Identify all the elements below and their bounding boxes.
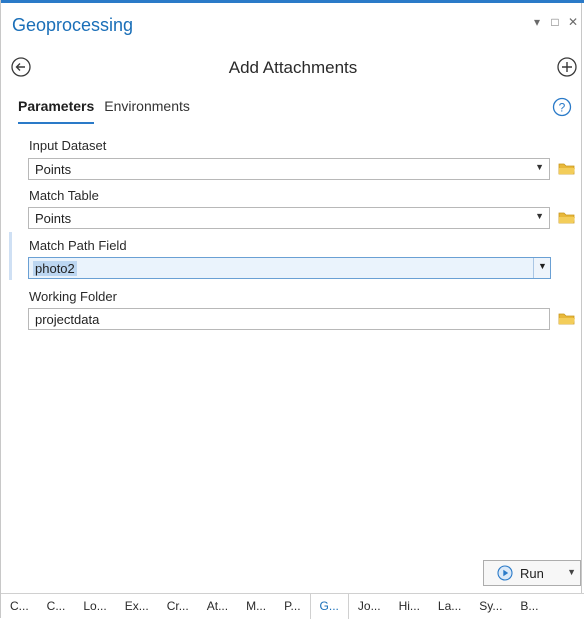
- working-folder-value: projectdata: [35, 312, 100, 327]
- pane-title: Geoprocessing: [12, 15, 134, 35]
- run-label: Run: [520, 566, 544, 581]
- match-table-label: Match Table: [29, 188, 99, 203]
- folder-icon[interactable]: [558, 211, 576, 225]
- input-dataset-label: Input Dataset: [29, 138, 107, 153]
- folder-icon[interactable]: [558, 162, 576, 176]
- bottom-tab[interactable]: La...: [429, 594, 470, 619]
- svg-text:?: ?: [559, 101, 566, 115]
- dropdown-arrow-icon[interactable]: ▼: [533, 258, 550, 278]
- working-folder-input[interactable]: projectdata: [28, 308, 550, 330]
- input-dataset-value: Points: [35, 162, 72, 177]
- match-table-dropdown[interactable]: Points ▼: [28, 207, 550, 229]
- maximize-icon[interactable]: □: [549, 15, 561, 29]
- tool-title: Add Attachments: [228, 58, 358, 77]
- bottom-tab[interactable]: Lo...: [74, 594, 115, 619]
- plus-circle-icon[interactable]: [556, 56, 578, 78]
- bottom-tab[interactable]: P...: [275, 594, 309, 619]
- parameter-tabs: Parameters Environments: [18, 98, 190, 124]
- bottom-tab[interactable]: G...: [309, 594, 349, 619]
- match-table-value: Points: [35, 211, 72, 226]
- tab-environments[interactable]: Environments: [104, 98, 190, 124]
- dropdown-arrow-icon[interactable]: ▼: [535, 211, 544, 221]
- bottom-tab[interactable]: Sy...: [470, 594, 511, 619]
- bottom-tab[interactable]: Jo...: [349, 594, 390, 619]
- help-question-icon[interactable]: ?: [552, 97, 572, 117]
- bottom-tab[interactable]: B...: [511, 594, 547, 619]
- close-icon[interactable]: ✕: [567, 15, 579, 29]
- match-path-field-dropdown[interactable]: photo2 ▼: [28, 257, 551, 279]
- bottom-tab[interactable]: C...: [1, 594, 38, 619]
- play-circle-icon: [497, 565, 513, 581]
- bottom-tab[interactable]: Cr...: [158, 594, 198, 619]
- dropdown-arrow-icon[interactable]: ▼: [535, 162, 544, 172]
- tool-header: Add Attachments: [1, 52, 584, 84]
- match-path-field-label: Match Path Field: [29, 238, 127, 253]
- pane-titlebar: Geoprocessing ▾ □ ✕: [1, 3, 584, 43]
- match-path-field-value: photo2: [33, 261, 77, 276]
- bottom-tab[interactable]: C...: [38, 594, 75, 619]
- input-dataset-dropdown[interactable]: Points ▼: [28, 158, 550, 180]
- folder-icon[interactable]: [558, 312, 576, 326]
- bottom-tab-strip: C... C... Lo... Ex... Cr... At... M... P... G...…: [1, 593, 584, 619]
- working-folder-label: Working Folder: [29, 289, 117, 304]
- run-button[interactable]: Run ▼: [483, 560, 581, 586]
- bottom-tab[interactable]: Hi...: [390, 594, 429, 619]
- geoprocessing-pane: Geoprocessing ▾ □ ✕ Add Attachments Para…: [0, 0, 584, 619]
- focus-indicator-bar: [9, 232, 12, 280]
- tab-parameters[interactable]: Parameters: [18, 98, 95, 124]
- pane-options-dropdown-icon[interactable]: ▾: [531, 15, 543, 29]
- bottom-tab[interactable]: M...: [237, 594, 275, 619]
- bottom-tab[interactable]: At...: [198, 594, 237, 619]
- bottom-tab[interactable]: Ex...: [116, 594, 158, 619]
- run-options-dropdown-icon[interactable]: ▼: [567, 567, 576, 577]
- window-controls: ▾ □ ✕: [531, 15, 579, 29]
